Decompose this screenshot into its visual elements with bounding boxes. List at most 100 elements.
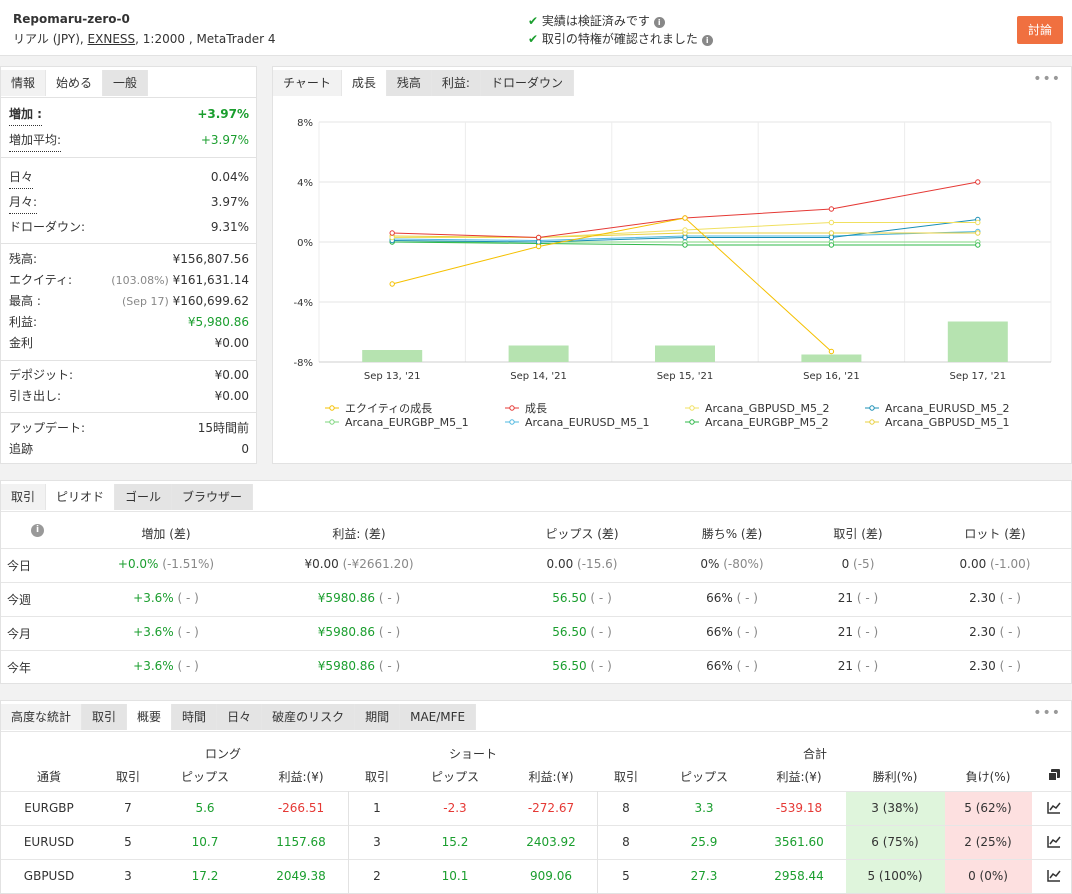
stats-column-header: 勝利(%) (872, 770, 918, 784)
row-divider (1, 548, 1071, 549)
tab-period[interactable]: ピリオド (46, 484, 116, 510)
monthly-label[interactable]: 月々: (9, 192, 38, 214)
period-cell-diff: ( - ) (853, 659, 879, 673)
info-row-balance: 残高: ¥156,807.56 (9, 249, 249, 270)
legend-entry: エクイティの成長 (345, 402, 432, 415)
chart-icon-glyph (1047, 836, 1061, 848)
verify-text-1: 実績は検証済みです (541, 14, 650, 28)
info-icon[interactable]: i (31, 524, 44, 537)
tab-start[interactable]: 始める (46, 70, 104, 96)
tab-goals[interactable]: ゴール (115, 484, 173, 510)
series-point (975, 179, 981, 185)
broker-link[interactable]: EXNESS (88, 32, 136, 46)
period-cell: +3.6% ( - ) (76, 625, 256, 639)
growth-chart: 8% 4% 0% -4% -8% Sep 13, '21 Sep 14, '21 Sep 15… (294, 118, 1052, 429)
period-cell-diff: ( - ) (586, 659, 612, 673)
tab-duration[interactable]: 期間 (355, 704, 401, 730)
info-tabs: 情報 始める 一般 (1, 70, 149, 96)
tab-daily[interactable]: 日々 (217, 704, 263, 730)
info-row-withdrawals: 引き出し: ¥0.00 (9, 386, 249, 407)
deposits-value: ¥0.00 (214, 368, 249, 382)
account-name: Repomaru-zero-0 (13, 12, 130, 26)
info-row-tracking: 追跡 0 (9, 439, 249, 460)
period-cell: 2.30 ( - ) (905, 659, 1071, 673)
stats-cell: 5 (100%) (867, 869, 923, 883)
y-tick-label: 8% (297, 118, 313, 129)
tab-trades[interactable]: 取引 (82, 704, 128, 730)
period-cell-value: ¥5980.86 (317, 625, 376, 639)
tab-profit[interactable]: 利益: (431, 70, 481, 96)
copy-icon[interactable] (1048, 769, 1060, 781)
series-point (975, 230, 981, 236)
tab-growth[interactable]: 成長 (341, 70, 387, 96)
period-cell-value: 21 (837, 625, 854, 639)
tab-risk-of-ruin[interactable]: 破産のリスク (262, 704, 356, 730)
equity-percent: (103.08%) (111, 274, 169, 287)
stats-tabs: 高度な統計 取引 概要 時間 日々 破産のリスク 期間 MAE/MFE (1, 704, 477, 730)
chart-icon[interactable] (1047, 869, 1061, 882)
tab-hours[interactable]: 時間 (172, 704, 218, 730)
chart-icon[interactable] (1047, 801, 1061, 814)
highest-date: (Sep 17) (122, 295, 169, 308)
daily-label[interactable]: 日々 (9, 167, 34, 189)
series-point (535, 234, 542, 241)
tab-info[interactable]: 情報 (1, 70, 47, 96)
period-cell-value: 66% (706, 625, 733, 639)
stats-cell: 25.9 (690, 835, 718, 849)
account-header: Repomaru-zero-0 リアル (JPY), EXNESS, 1:200… (0, 0, 1072, 56)
drawdown-value: 9.31% (210, 220, 249, 234)
stats-cell: 0 (0%) (968, 869, 1008, 883)
series-point (828, 234, 835, 241)
row-divider (1, 825, 1071, 826)
abs-gain-label[interactable]: 増加平均: (9, 130, 62, 152)
gain-label[interactable]: 増加 : (9, 104, 42, 126)
account-type: リアル (JPY), (13, 32, 84, 46)
y-tick-label: -8% (294, 358, 313, 369)
tab-balance[interactable]: 残高 (386, 70, 432, 96)
series-point (389, 281, 395, 287)
tab-drawdown[interactable]: ドローダウン (480, 70, 574, 96)
tab-browser[interactable]: ブラウザー (172, 484, 254, 510)
period-cell-diff: ( - ) (586, 625, 612, 639)
info-icon[interactable]: i (653, 17, 665, 28)
stats-column-header: ピップス (180, 770, 229, 784)
discuss-button[interactable]: 討論 (1017, 16, 1063, 44)
monthly-value: 3.97% (210, 195, 249, 209)
deposits-label: デポジット: (9, 368, 74, 382)
info-icon[interactable]: i (701, 35, 713, 46)
tab-chart[interactable]: チャート (273, 70, 342, 96)
period-cell: +3.6% ( - ) (76, 591, 256, 605)
series-point (828, 348, 835, 355)
period-cell-value: 2.30 (969, 625, 996, 639)
chart-icon[interactable] (1047, 835, 1061, 848)
tab-trades[interactable]: 取引 (1, 484, 47, 510)
period-cell-diff: ( - ) (375, 591, 401, 605)
drawdown-bar (655, 345, 715, 362)
period-cell-diff: ( - ) (173, 591, 199, 605)
info-panel: 情報 始める 一般 増加 : +3.97% 増加平均: +3.97% 日々 0.… (0, 66, 257, 464)
chart-tabs: チャート 成長 残高 利益: ドローダウン (273, 70, 574, 96)
updated-label: アップデート: (9, 421, 86, 435)
legend-entry: Arcana_EURGBP_M5_2 (705, 416, 829, 429)
legend-swatch-marker (509, 405, 515, 411)
info-row-updated: アップデート: 15時間前 (9, 418, 249, 439)
period-column-header: 増加 (差) (141, 527, 191, 541)
stats-menu-icon[interactable]: ••• (1033, 705, 1061, 721)
series-point (682, 234, 688, 241)
stats-cell: 3561.60 (774, 835, 824, 849)
period-cell-value: 56.50 (552, 659, 587, 673)
tab-summary[interactable]: 概要 (127, 704, 173, 730)
drawdown-label: ドローダウン: (9, 220, 86, 234)
chart-menu-icon[interactable]: ••• (1033, 71, 1061, 87)
period-cell: ¥5980.86 ( - ) (269, 625, 449, 639)
x-tick-label: Sep 17, '21 (950, 371, 1007, 382)
period-cell-diff: ( - ) (375, 659, 401, 673)
tab-mae-mfe[interactable]: MAE/MFE (400, 704, 477, 730)
verified-track-record: ✔ 実績は検証済みです i (528, 12, 665, 29)
period-cell-diff: ( - ) (375, 625, 401, 639)
stats-cell: 27.3 (690, 869, 718, 883)
tab-general[interactable]: 一般 (103, 70, 149, 96)
stats-column-header: ピップス (430, 770, 479, 784)
balance-label: 残高: (9, 252, 38, 266)
stats-cell: 3 (38%) (871, 801, 919, 815)
